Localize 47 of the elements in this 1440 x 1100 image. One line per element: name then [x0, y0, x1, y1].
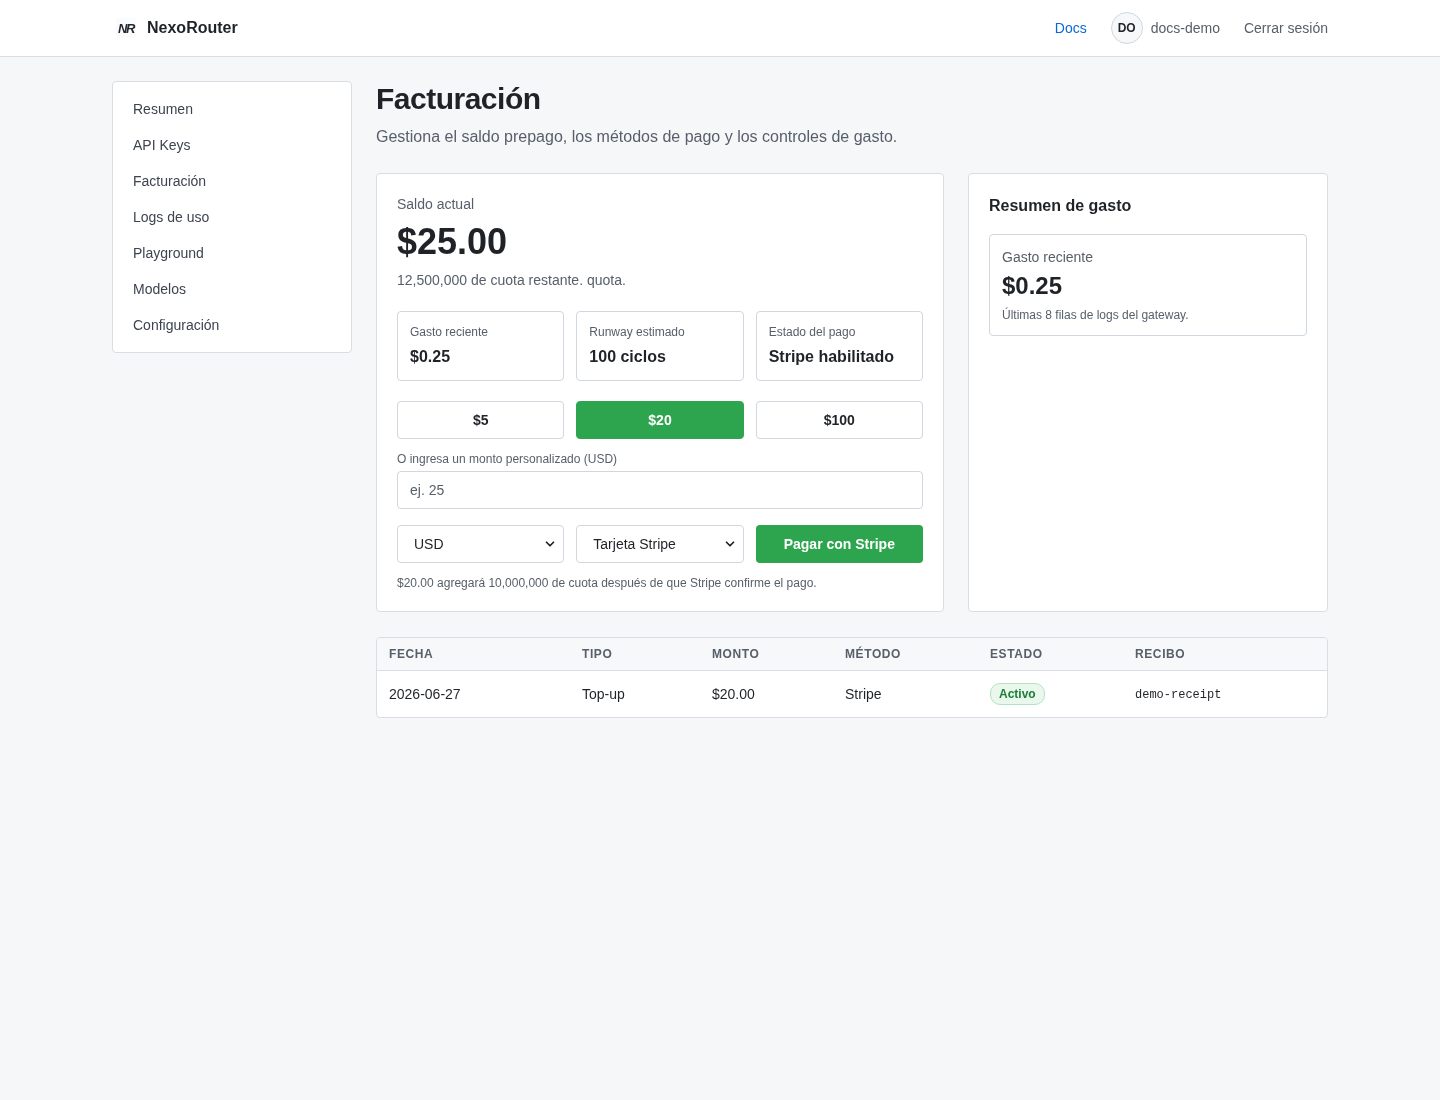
card-title: Resumen de gasto	[989, 196, 1133, 216]
table-cell: Top-up	[570, 670, 700, 717]
table-cell: Stripe	[833, 670, 978, 717]
stat-value: 100 ciclos	[589, 347, 667, 367]
logo-mark: NR	[116, 18, 136, 38]
stat-label: Gasto reciente	[1002, 248, 1095, 267]
amount-option-button[interactable]: $100	[755, 401, 923, 439]
page-title: Facturación	[376, 81, 542, 117]
sidebar-item[interactable]: Resumen	[113, 91, 351, 127]
column-header: TIPO	[570, 638, 700, 670]
amount-input-field[interactable]: ej. 25	[397, 471, 923, 509]
column-header: RECIBO	[1123, 638, 1327, 670]
payment-method-select[interactable]: Tarjeta Stripe	[576, 525, 744, 563]
status-badge: Activo	[990, 682, 1045, 705]
balance-label: Saldo actual	[397, 195, 476, 214]
user-name: docs-demo	[1150, 20, 1220, 36]
column-header: MÉTODO	[833, 638, 978, 670]
logout-link[interactable]: Cerrar sesión	[1243, 20, 1328, 36]
user-avatar: DO	[1110, 12, 1143, 44]
table-cell: 2026-06-27	[377, 670, 570, 717]
sidebar-item[interactable]: Logs de uso	[113, 199, 351, 235]
column-header: FECHA	[377, 638, 570, 670]
sidebar-item[interactable]: API Keys	[113, 127, 351, 163]
sidebar-item[interactable]: Playground	[113, 235, 351, 271]
column-header: ESTADO	[978, 638, 1123, 670]
receipt-id: demo-receipt	[1135, 688, 1222, 703]
field-label: O ingresa un monto personalizado (USD)	[397, 451, 619, 467]
stat-value: $0.25	[1002, 271, 1064, 301]
brand-name[interactable]: NexoRouter	[147, 19, 238, 37]
currency-select[interactable]: USD	[397, 525, 565, 563]
stat-value: Stripe habilitado	[768, 347, 895, 367]
sidebar-item[interactable]: Modelos	[113, 271, 351, 307]
quota-note: 12,500,000 de cuota restante. quota.	[397, 271, 627, 290]
table-cell: $20.00	[700, 670, 833, 717]
column-header: MONTO	[700, 638, 833, 670]
page-subtitle: Gestiona el saldo prepago, los métodos de pago y los controles de gasto.	[376, 127, 899, 147]
balance-amount: $25.00	[397, 220, 509, 264]
stat-label: Gasto reciente	[410, 324, 490, 340]
stat-label: Estado del pago	[768, 324, 857, 340]
sidebar-item[interactable]: Facturación	[113, 163, 351, 199]
sidebar-item[interactable]: Configuración	[113, 307, 351, 343]
stat-value: $0.25	[410, 347, 452, 367]
docs-link[interactable]: Docs	[1054, 20, 1087, 36]
amount-option-button[interactable]: $5	[397, 401, 565, 439]
confirmation-note: $20.00 agregará 10,000,000 de cuota después de que Stripe confirme el pago.	[397, 575, 818, 591]
stat-note: Últimas 8 filas de logs del gateway.	[1002, 307, 1190, 323]
stat-label: Runway estimado	[589, 324, 686, 340]
